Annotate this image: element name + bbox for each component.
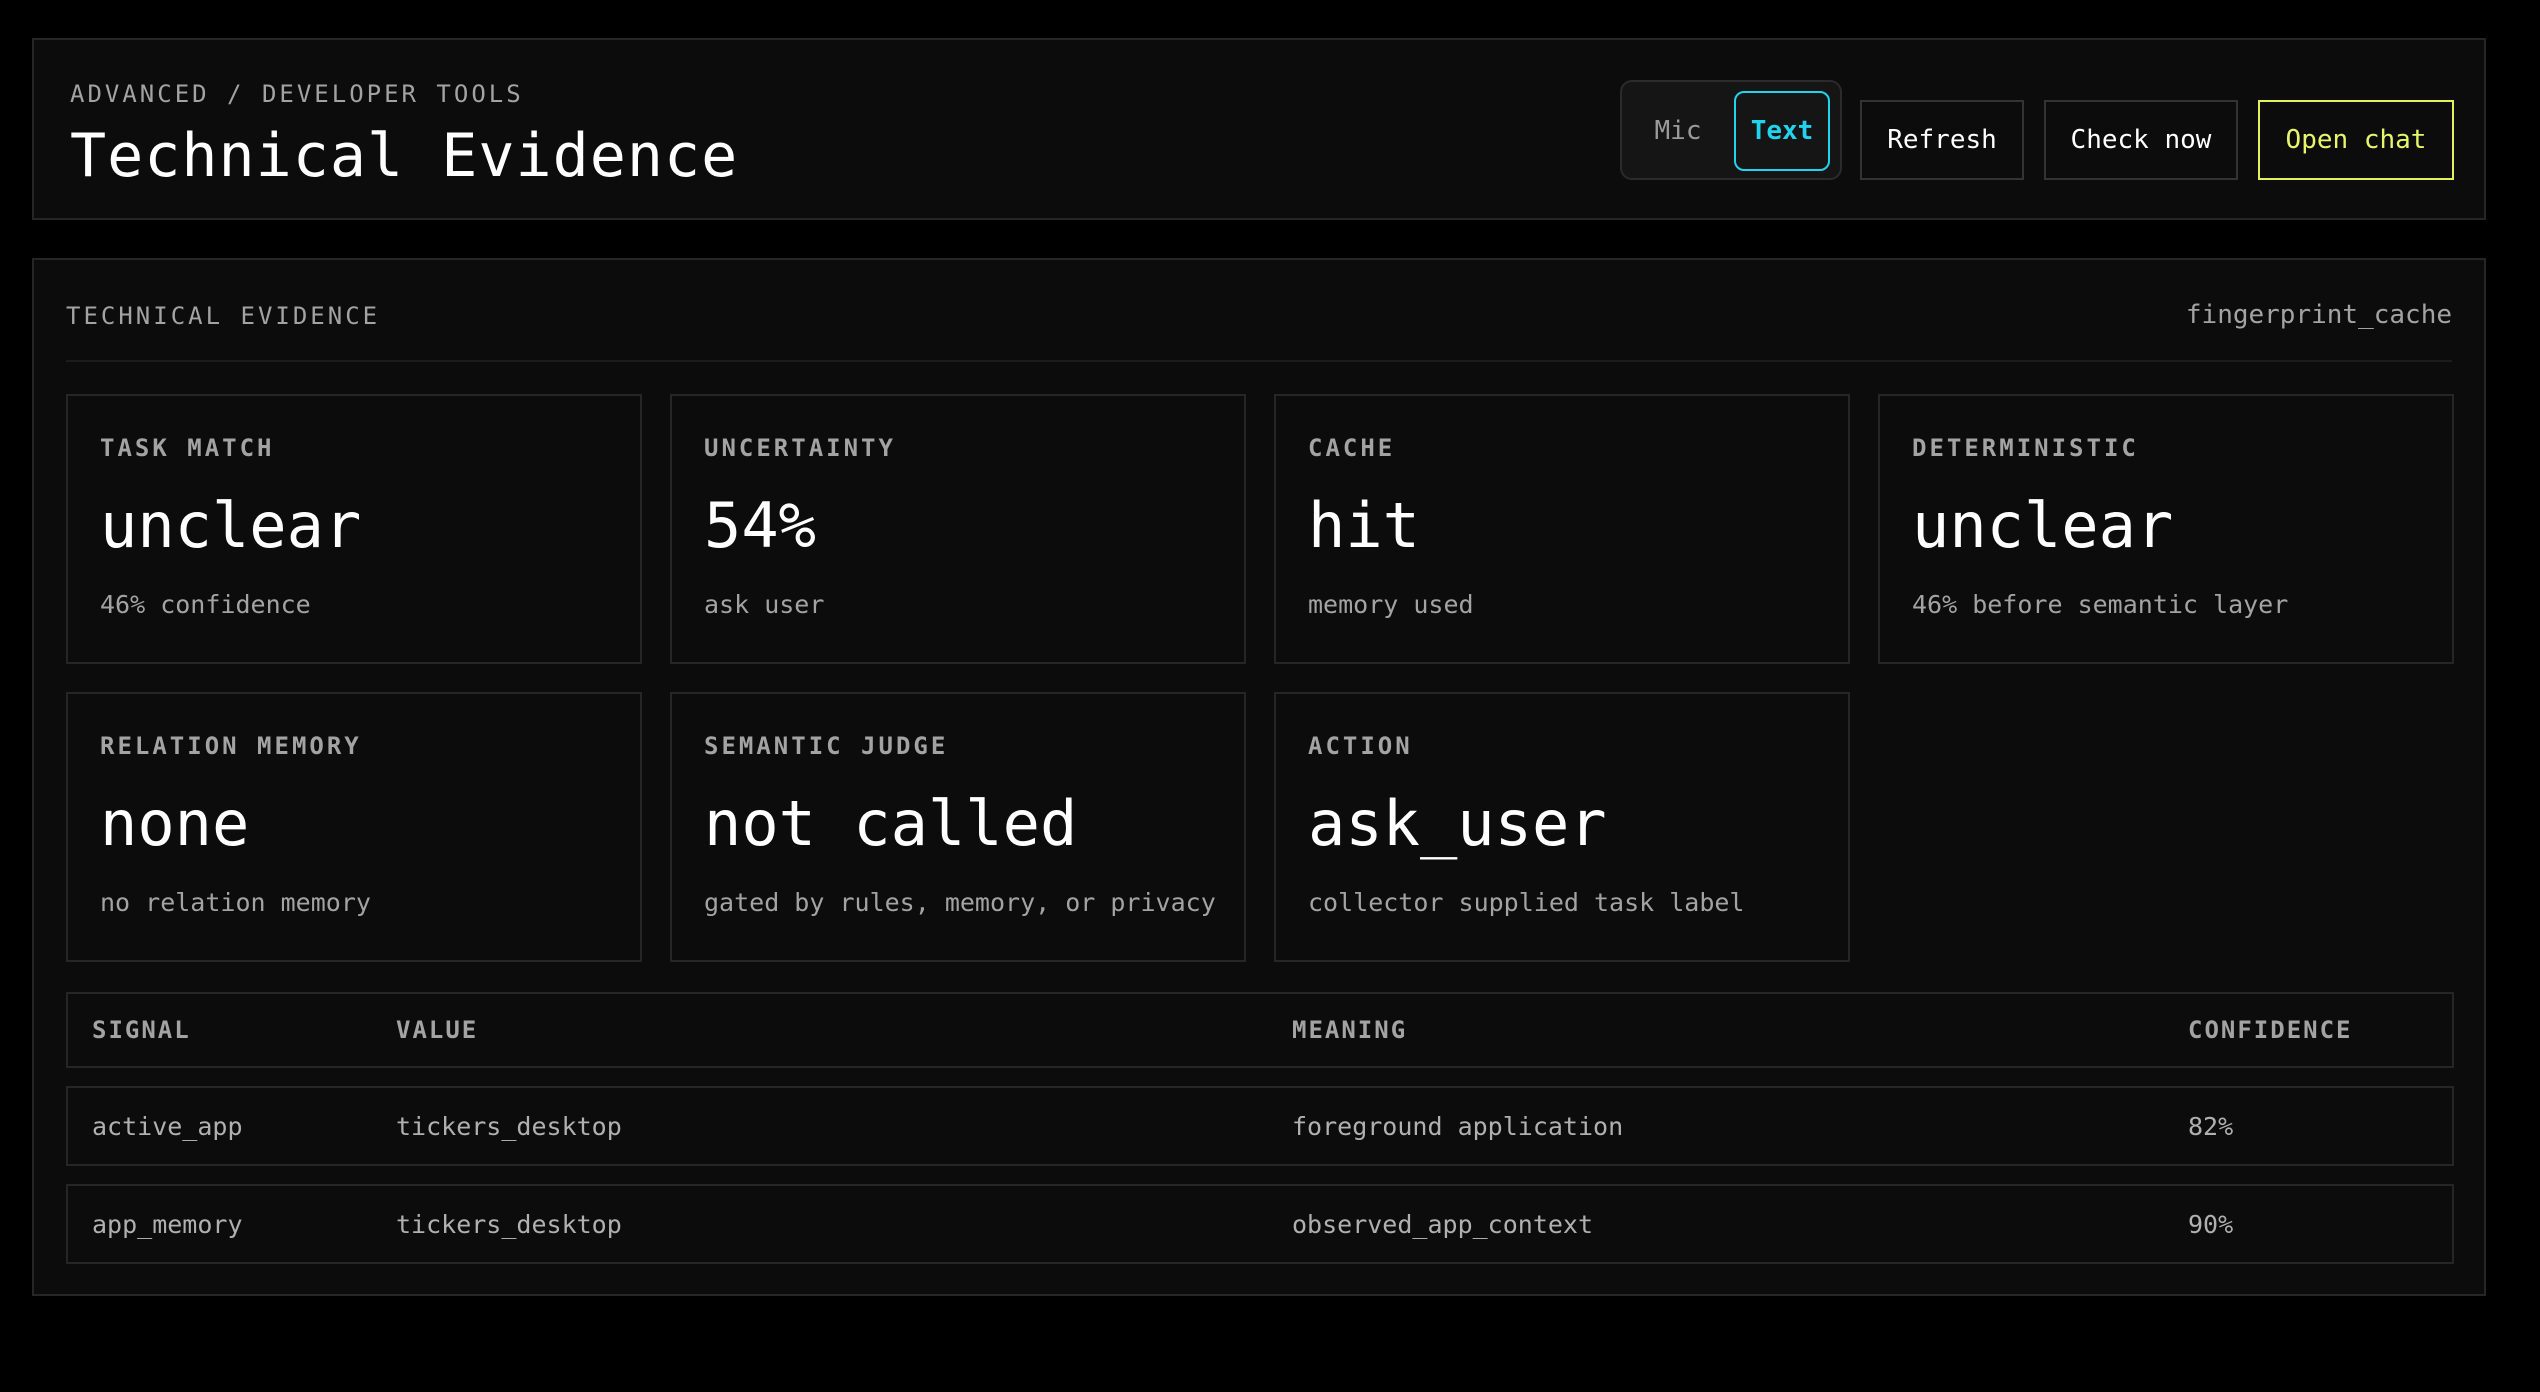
- mode-option-text[interactable]: Text: [1734, 91, 1830, 171]
- input-mode-toggle: Mic Text: [1620, 80, 1842, 180]
- cell-meaning: observed_app_context: [1292, 1209, 1594, 1239]
- mode-option-mic[interactable]: Mic: [1632, 91, 1724, 171]
- cell-value: tickers_desktop: [396, 1111, 622, 1141]
- card-deterministic: DETERMINISTIC unclear 46% before semanti…: [1878, 394, 2454, 664]
- cell-confidence: 90%: [2188, 1209, 2234, 1239]
- cell-signal: app_memory: [92, 1209, 243, 1239]
- card-subtext: gated by rules, memory, or privacy: [704, 888, 1216, 917]
- page-header: ADVANCED / DEVELOPER TOOLS Technical Evi…: [32, 38, 2486, 220]
- panel-source: fingerprint_cache: [2185, 300, 2452, 330]
- card-value: ask_user: [1308, 787, 1607, 860]
- check-now-button[interactable]: Check now: [2044, 100, 2238, 180]
- card-value: 54%: [704, 489, 816, 562]
- card-value: none: [100, 787, 250, 860]
- card-action: ACTION ask_user collector supplied task …: [1274, 692, 1850, 962]
- card-value: not called: [704, 787, 1078, 860]
- card-label: TASK MATCH: [100, 434, 275, 462]
- card-value: hit: [1308, 489, 1420, 562]
- column-header-confidence: CONFIDENCE: [2188, 1016, 2353, 1044]
- card-subtext: memory used: [1308, 590, 1474, 619]
- technical-evidence-panel: TECHNICAL EVIDENCE fingerprint_cache TAS…: [32, 258, 2486, 1296]
- breadcrumb: ADVANCED / DEVELOPER TOOLS: [70, 80, 524, 108]
- cell-signal: active_app: [92, 1111, 243, 1141]
- card-uncertainty: UNCERTAINTY 54% ask user: [670, 394, 1246, 664]
- column-header-meaning: MEANING: [1292, 1016, 1408, 1044]
- column-header-value: VALUE: [396, 1016, 479, 1044]
- card-label: CACHE: [1308, 434, 1396, 462]
- cell-meaning: foreground application: [1292, 1111, 1624, 1141]
- refresh-button[interactable]: Refresh: [1860, 100, 2024, 180]
- card-label: RELATION MEMORY: [100, 732, 362, 760]
- table-row: active_app tickers_desktop foreground ap…: [66, 1086, 2454, 1166]
- cell-value: tickers_desktop: [396, 1209, 622, 1239]
- card-subtext: ask user: [704, 590, 825, 619]
- card-subtext: 46% before semantic layer: [1912, 590, 2289, 619]
- card-value: unclear: [1912, 489, 2174, 562]
- card-semantic-judge: SEMANTIC JUDGE not called gated by rules…: [670, 692, 1246, 962]
- card-label: SEMANTIC JUDGE: [704, 732, 949, 760]
- panel-heading: TECHNICAL EVIDENCE: [66, 302, 381, 330]
- card-relation-memory: RELATION MEMORY none no relation memory: [66, 692, 642, 962]
- column-header-signal: SIGNAL: [92, 1016, 191, 1044]
- open-chat-button[interactable]: Open chat: [2258, 100, 2454, 180]
- card-value: unclear: [100, 489, 362, 562]
- table-row: app_memory tickers_desktop observed_app_…: [66, 1184, 2454, 1264]
- card-subtext: collector supplied task label: [1308, 888, 1745, 917]
- card-label: ACTION: [1308, 732, 1413, 760]
- panel-divider: [66, 360, 2452, 362]
- card-task-match: TASK MATCH unclear 46% confidence: [66, 394, 642, 664]
- card-subtext: 46% confidence: [100, 590, 311, 619]
- card-label: DETERMINISTIC: [1912, 434, 2139, 462]
- card-cache: CACHE hit memory used: [1274, 394, 1850, 664]
- cell-confidence: 82%: [2188, 1111, 2234, 1141]
- signals-table-header: SIGNAL VALUE MEANING CONFIDENCE: [66, 992, 2454, 1068]
- card-subtext: no relation memory: [100, 888, 371, 917]
- page-title: Technical Evidence: [70, 121, 739, 191]
- card-label: UNCERTAINTY: [704, 434, 896, 462]
